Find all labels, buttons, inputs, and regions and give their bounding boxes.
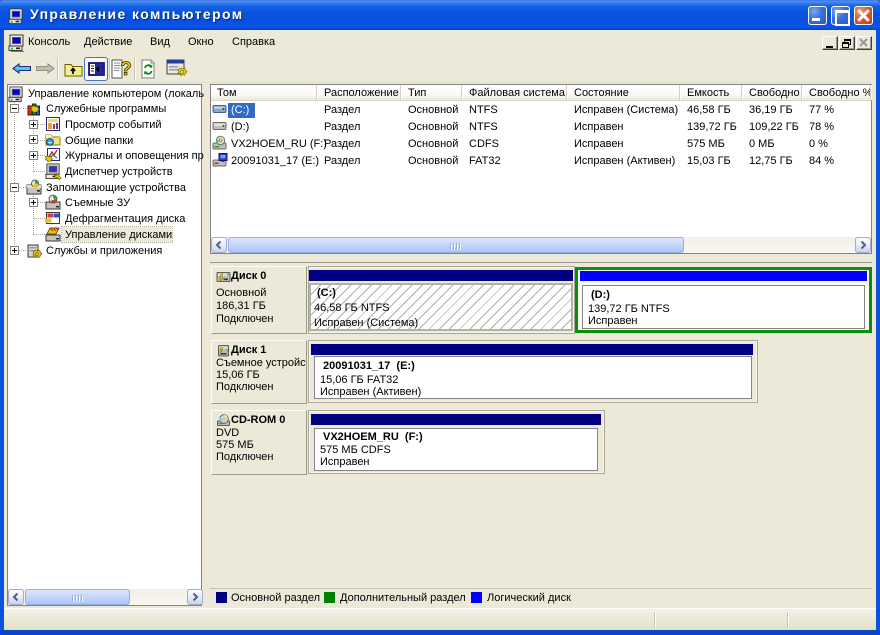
- svg-text:?: ?: [120, 59, 132, 80]
